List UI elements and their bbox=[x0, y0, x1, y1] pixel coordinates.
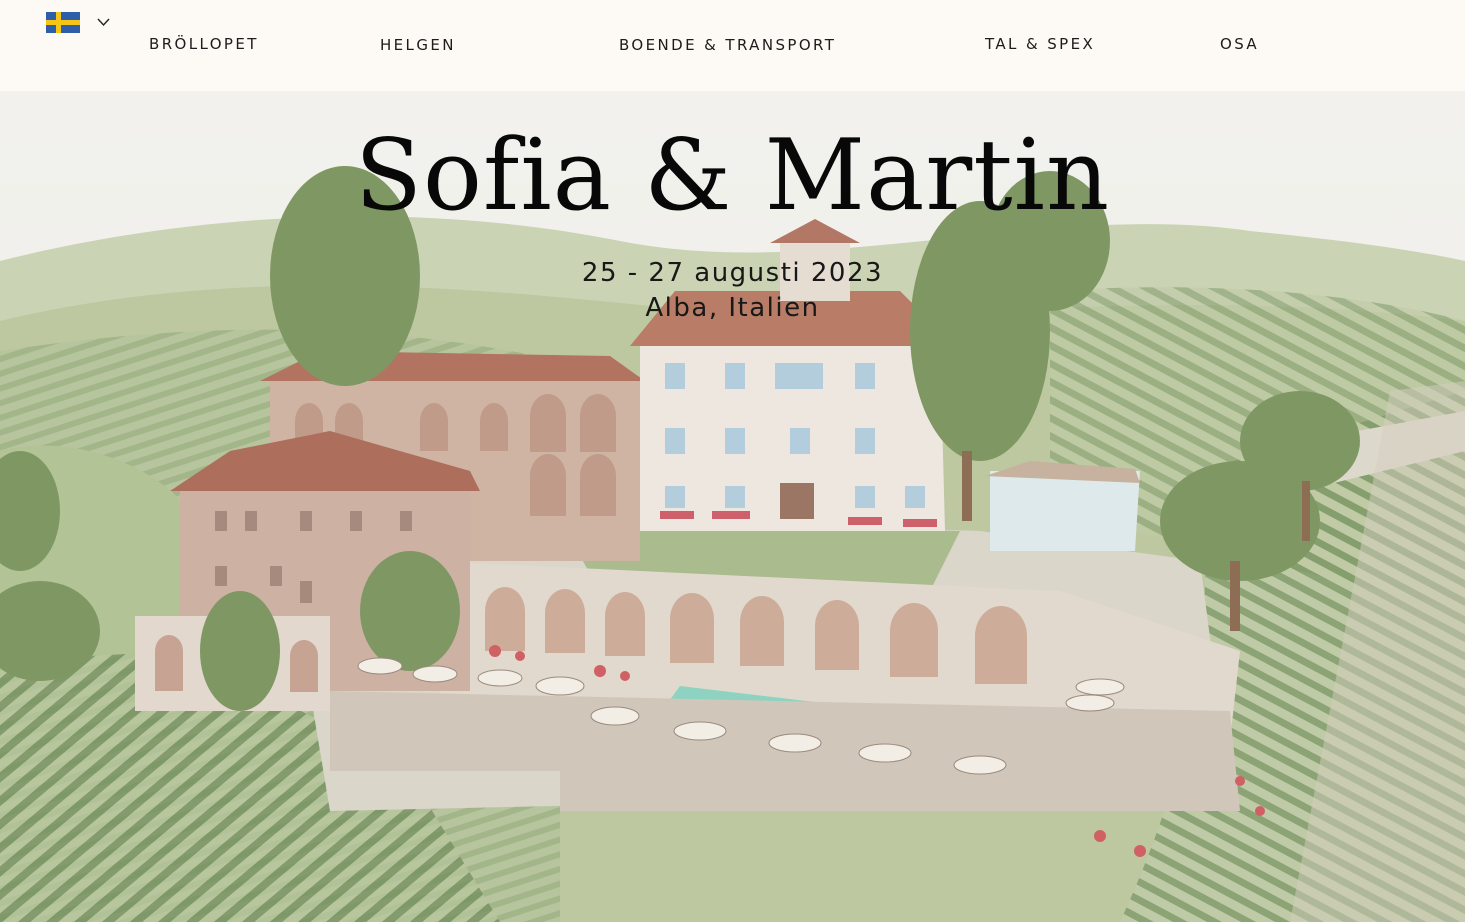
nav-item-osa[interactable]: OSA bbox=[1220, 35, 1259, 53]
language-selector[interactable] bbox=[46, 12, 118, 36]
hero-section: Sofia & Martin 25 - 27 augusti 2023 Alba… bbox=[0, 91, 1465, 922]
wedding-location: Alba, Italien bbox=[645, 293, 820, 323]
nav-item-tal-spex[interactable]: TAL & SPEX bbox=[985, 35, 1095, 53]
nav-item-brollopet[interactable]: BRÖLLOPET bbox=[149, 35, 259, 53]
chevron-down-icon bbox=[97, 18, 110, 27]
nav-item-helgen[interactable]: HELGEN bbox=[380, 36, 456, 54]
wedding-dates: 25 - 27 augusti 2023 bbox=[581, 258, 884, 288]
top-navigation-bar: BRÖLLOPET HELGEN BOENDE & TRANSPORT TAL … bbox=[0, 0, 1465, 91]
nav-item-boende-transport[interactable]: BOENDE & TRANSPORT bbox=[619, 36, 836, 54]
couple-names-title: Sofia & Martin bbox=[354, 119, 1111, 233]
sweden-flag-icon bbox=[46, 12, 80, 33]
